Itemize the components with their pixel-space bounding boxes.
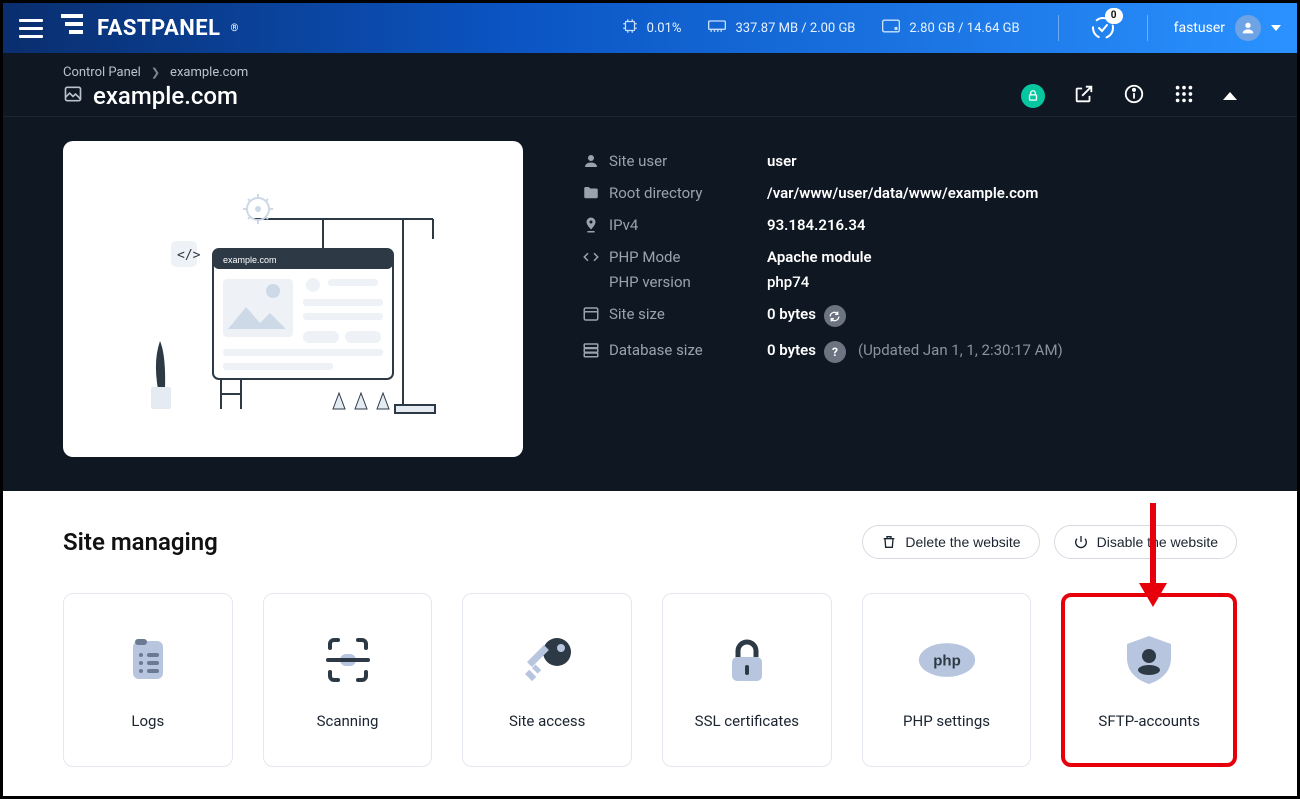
tile-sftp-accounts[interactable]: SFTP-accounts <box>1061 593 1237 767</box>
tile-label: SFTP-accounts <box>1098 712 1200 730</box>
disable-website-button[interactable]: Disable the website <box>1054 525 1237 559</box>
location-icon <box>579 216 603 234</box>
breadcrumb-site[interactable]: example.com <box>170 65 248 80</box>
site-preview[interactable]: example.com </> <box>63 141 523 457</box>
info-value: Apache module <box>767 248 872 266</box>
tasks-badge: 0 <box>1105 8 1123 24</box>
breadcrumb-root[interactable]: Control Panel <box>63 65 141 80</box>
disk-stat: 2.80 GB / 14.64 GB <box>881 17 1019 39</box>
trash-icon <box>881 534 897 550</box>
open-site-button[interactable] <box>1073 83 1095 109</box>
brand-name: FASTPANEL <box>97 16 221 41</box>
placeholder-illustration: example.com </> <box>103 179 483 419</box>
info-label: Site size <box>603 305 767 323</box>
info-row-user: Site user user <box>579 145 1237 177</box>
info-label: Root directory <box>603 184 767 202</box>
delete-website-button[interactable]: Delete the website <box>862 525 1039 559</box>
php-icon: php <box>917 630 977 690</box>
brand-icon <box>61 14 89 42</box>
folder-icon <box>579 184 603 202</box>
shield-user-icon <box>1119 630 1179 690</box>
site-info: Site user user Root directory /var/www/u… <box>579 141 1237 457</box>
info-button[interactable] <box>1123 83 1145 109</box>
cpu-value: 0.01% <box>647 21 682 36</box>
apps-button[interactable] <box>1173 83 1195 109</box>
svg-text:</>: </> <box>177 248 201 263</box>
button-label: Delete the website <box>905 534 1020 550</box>
collapse-button[interactable] <box>1223 92 1237 100</box>
cpu-stat: 0.01% <box>621 17 682 39</box>
brand-reg: ® <box>231 23 239 34</box>
disk-value: 2.80 GB / 14.64 GB <box>909 21 1019 36</box>
info-row-php: PHP Mode Apache module <box>579 241 1237 273</box>
cpu-icon <box>621 17 639 39</box>
page-title: example.com <box>93 82 238 110</box>
scan-icon <box>318 630 378 690</box>
db-help-button[interactable]: ? <box>824 341 846 363</box>
divider <box>1058 15 1059 41</box>
svg-text:php: php <box>933 653 961 670</box>
section-heading: Site managing <box>63 528 218 556</box>
window-icon <box>579 305 603 323</box>
tile-label: Scanning <box>317 712 379 730</box>
refresh-size-button[interactable] <box>824 305 846 327</box>
tile-ssl[interactable]: SSL certificates <box>662 593 832 767</box>
svg-text:example.com: example.com <box>223 255 277 265</box>
image-icon <box>63 82 83 110</box>
chevron-down-icon <box>1271 25 1281 31</box>
db-updated-text: (Updated Jan 1, 1, 2:30:17 AM) <box>858 341 1063 359</box>
chevron-right-icon: ❯ <box>151 66 160 79</box>
mem-stat: 337.87 MB / 2.00 GB <box>707 17 855 39</box>
tile-label: Site access <box>509 712 585 730</box>
site-managing-section: Site managing Delete the website Disable… <box>3 491 1297 787</box>
info-label: PHP Mode <box>603 248 767 266</box>
info-label: Site user <box>603 152 767 170</box>
info-value: user <box>767 152 797 170</box>
site-hero: example.com </> <box>3 117 1297 491</box>
mem-value: 337.87 MB / 2.00 GB <box>735 21 855 36</box>
info-label: Database size <box>603 341 767 359</box>
lock-icon <box>717 630 777 690</box>
database-icon <box>579 341 603 359</box>
info-row-dbsize: Database size 0 bytes ? (Updated Jan 1, … <box>579 334 1237 370</box>
page-header: Control Panel ❯ example.com example.com <box>3 53 1297 117</box>
tile-site-access[interactable]: Site access <box>462 593 632 767</box>
disk-icon <box>881 17 901 39</box>
info-value: 0 bytes <box>767 305 816 323</box>
info-row-rootdir: Root directory /var/www/user/data/www/ex… <box>579 177 1237 209</box>
divider <box>1147 15 1148 41</box>
tile-logs[interactable]: Logs <box>63 593 233 767</box>
power-icon <box>1073 534 1089 550</box>
tile-label: Logs <box>131 712 164 730</box>
tasks-button[interactable]: 0 <box>1085 10 1121 46</box>
info-value: 0 bytes <box>767 341 816 359</box>
breadcrumb: Control Panel ❯ example.com <box>63 65 1237 80</box>
topbar: FASTPANEL ® 0.01% 337.87 MB / 2.00 GB 2.8… <box>3 3 1297 53</box>
info-label: PHP version <box>603 273 767 291</box>
info-value: php74 <box>767 273 809 291</box>
info-row-ipv4: IPv4 93.184.216.34 <box>579 209 1237 241</box>
ssl-status-badge[interactable] <box>1021 84 1045 108</box>
key-icon <box>517 630 577 690</box>
tile-label: SSL certificates <box>695 712 799 730</box>
avatar-icon <box>1235 15 1261 41</box>
mem-icon <box>707 17 727 39</box>
tile-scanning[interactable]: Scanning <box>263 593 433 767</box>
user-icon <box>579 152 603 170</box>
tile-label: PHP settings <box>903 712 990 730</box>
tile-php-settings[interactable]: php PHP settings <box>862 593 1032 767</box>
user-menu[interactable]: fastuser <box>1174 15 1281 41</box>
logs-icon <box>118 630 178 690</box>
code-icon <box>579 248 603 266</box>
info-value: /var/www/user/data/www/example.com <box>767 184 1038 202</box>
info-value: 93.184.216.34 <box>767 216 865 234</box>
info-row-sitesize: Site size 0 bytes <box>579 298 1237 334</box>
username: fastuser <box>1174 20 1225 36</box>
info-label: IPv4 <box>603 216 767 234</box>
button-label: Disable the website <box>1097 534 1218 550</box>
brand-logo[interactable]: FASTPANEL ® <box>61 14 239 42</box>
menu-toggle[interactable] <box>19 14 47 42</box>
